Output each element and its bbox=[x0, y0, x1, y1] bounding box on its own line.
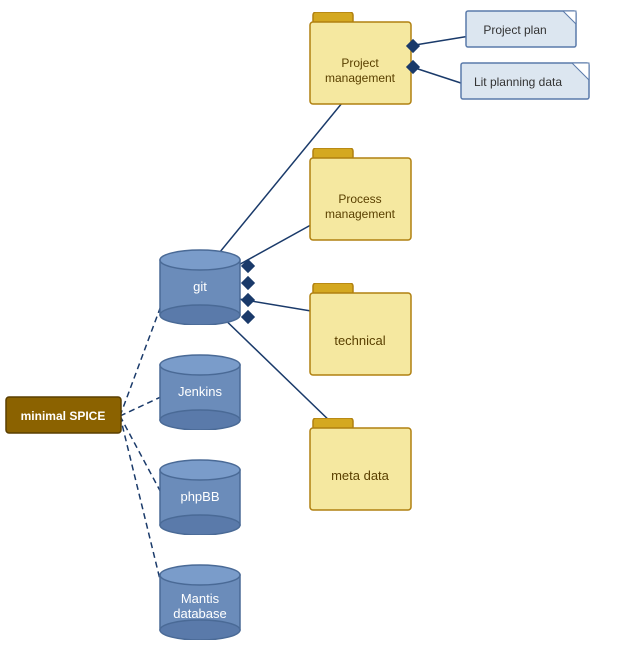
mantis-cylinder: Mantis database bbox=[155, 560, 245, 640]
minimal-spice-box: minimal SPICE bbox=[5, 396, 123, 439]
svg-text:database: database bbox=[173, 606, 227, 621]
svg-text:Process: Process bbox=[338, 192, 381, 206]
metadata-folder: meta data bbox=[308, 418, 413, 513]
git-cylinder: git bbox=[155, 245, 245, 325]
jenkins-cylinder: Jenkins bbox=[155, 350, 245, 430]
diagram-container: git Jenkins phpBB Mantis database bbox=[0, 0, 621, 649]
svg-text:Jenkins: Jenkins bbox=[178, 384, 223, 399]
technical-folder: technical bbox=[308, 283, 413, 378]
svg-text:Lit planning data: Lit planning data bbox=[474, 75, 562, 89]
svg-text:minimal SPICE: minimal SPICE bbox=[21, 409, 106, 423]
lit-planning-doc: Lit planning data bbox=[460, 62, 595, 102]
phpbb-cylinder: phpBB bbox=[155, 455, 245, 535]
svg-text:meta data: meta data bbox=[331, 468, 390, 483]
svg-text:management: management bbox=[325, 207, 396, 221]
svg-text:technical: technical bbox=[334, 333, 385, 348]
process-mgmt-folder: Process management bbox=[308, 148, 413, 243]
svg-text:Project: Project bbox=[341, 56, 379, 70]
svg-text:git: git bbox=[193, 279, 207, 294]
svg-text:Mantis: Mantis bbox=[181, 591, 220, 606]
svg-text:management: management bbox=[325, 71, 396, 85]
project-plan-doc: Project plan bbox=[465, 10, 585, 50]
svg-text:phpBB: phpBB bbox=[180, 489, 219, 504]
svg-text:Project plan: Project plan bbox=[483, 23, 546, 37]
project-mgmt-folder: Project management bbox=[308, 12, 413, 107]
